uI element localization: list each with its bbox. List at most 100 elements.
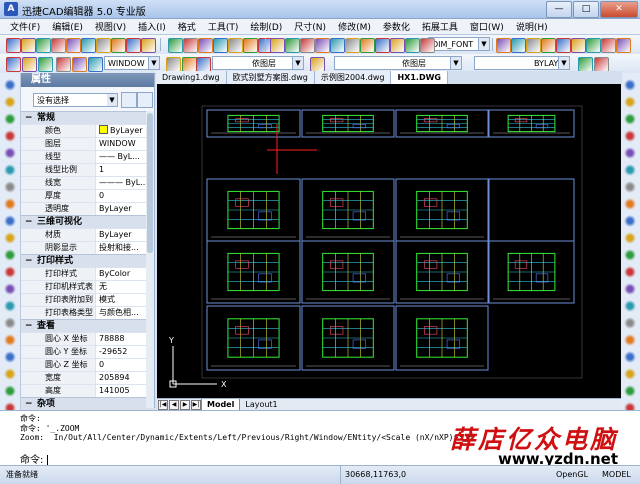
toolbar-tool-icon[interactable] [285, 38, 300, 53]
menu-item[interactable]: 文件(F) [4, 20, 46, 33]
toolbar-tool-icon[interactable] [390, 38, 405, 53]
toolbar-tool-icon[interactable] [21, 38, 36, 53]
tool-icon[interactable] [4, 232, 16, 244]
toolbar-tool-icon[interactable] [345, 38, 360, 53]
menu-item[interactable]: 插入(I) [132, 20, 172, 33]
document-tab[interactable]: HX1.DWG [391, 71, 448, 84]
dimstyle-select[interactable]: DIM_FONT ▼ [428, 37, 490, 51]
linetype-select[interactable]: 依图层 ▼ [334, 56, 462, 70]
tool-icon[interactable] [624, 232, 636, 244]
toolbar-tool-icon[interactable] [541, 38, 556, 53]
tab-layout1[interactable]: Layout1 [240, 399, 282, 410]
toolbar-tool-icon[interactable] [526, 38, 541, 53]
tool-icon[interactable] [4, 79, 16, 91]
property-row[interactable]: 打印表附加到 模式 [21, 293, 154, 306]
property-category[interactable]: 查看 [21, 319, 154, 332]
toolbar-tool-icon[interactable] [556, 38, 571, 53]
menu-item[interactable]: 修改(M) [332, 20, 377, 33]
tool-icon[interactable] [624, 113, 636, 125]
property-row[interactable]: 圆心 Y 坐标 -29652 [21, 345, 154, 358]
tool-icon[interactable] [624, 96, 636, 108]
tool-icon[interactable] [624, 334, 636, 346]
selection-select[interactable]: 没有选择 ▼ [33, 93, 118, 107]
toolbar-tool-icon[interactable] [22, 57, 37, 72]
document-tab[interactable]: 示例图2004.dwg [314, 71, 392, 84]
toolbar-tool-icon[interactable] [96, 38, 111, 53]
property-category[interactable]: 常规 [21, 111, 154, 124]
toolbar-tool-icon[interactable] [420, 38, 435, 53]
color-select[interactable]: 依图层 ▼ [212, 56, 304, 70]
toolbar-tool-icon[interactable] [213, 38, 228, 53]
tool-icon[interactable] [4, 266, 16, 278]
property-row[interactable]: 高度 141005 [21, 384, 154, 397]
next-tab-icon[interactable]: ▶ [180, 399, 190, 410]
tool-icon[interactable] [4, 164, 16, 176]
menu-item[interactable]: 参数化 [377, 20, 416, 33]
toolbar-tool-icon[interactable] [198, 38, 213, 53]
toolbar-tool-icon[interactable] [66, 38, 81, 53]
toolbar-tool-icon[interactable] [6, 57, 21, 72]
toolbar-tool-icon[interactable] [38, 57, 53, 72]
tool-icon[interactable] [624, 79, 636, 91]
tool-icon[interactable] [624, 164, 636, 176]
toolbar-tool-icon[interactable] [601, 38, 616, 53]
property-row[interactable]: 线宽 ——— ByL... [21, 176, 154, 189]
maximize-button[interactable]: □ [573, 1, 599, 18]
tool-icon[interactable] [4, 96, 16, 108]
toolbar-tool-icon[interactable] [310, 57, 325, 72]
tool-icon[interactable] [4, 385, 16, 397]
tool-icon[interactable] [624, 266, 636, 278]
tool-icon[interactable] [4, 334, 16, 346]
toolbar-tool-icon[interactable] [496, 38, 511, 53]
toolbar-tool-icon[interactable] [511, 38, 526, 53]
property-row[interactable]: 圆心 Z 坐标 0 [21, 358, 154, 371]
document-tab[interactable]: Drawing1.dwg [156, 71, 227, 84]
toolbar-tool-icon[interactable] [182, 57, 197, 72]
tool-icon[interactable] [4, 130, 16, 142]
last-tab-icon[interactable]: ▶| [191, 399, 201, 410]
toolbar-tool-icon[interactable] [360, 38, 375, 53]
tool-icon[interactable] [4, 215, 16, 227]
model-space-toggle[interactable]: MODEL [602, 466, 631, 484]
toolbar-tool-icon[interactable] [36, 38, 51, 53]
tool-icon[interactable] [624, 130, 636, 142]
document-tab[interactable]: 欧式别墅方案图.dwg [226, 71, 315, 84]
toolbar-tool-icon[interactable] [168, 38, 183, 53]
toolbar-tool-icon[interactable] [330, 38, 345, 53]
tool-icon[interactable] [4, 198, 16, 210]
toolbar-tool-icon[interactable] [375, 38, 390, 53]
toolbar-tool-icon[interactable] [183, 38, 198, 53]
property-row[interactable]: 打印表格类型 与颜色相... [21, 306, 154, 319]
toolbar-tool-icon[interactable] [270, 38, 285, 53]
first-tab-icon[interactable]: |◀ [158, 399, 168, 410]
close-button[interactable]: ✕ [600, 1, 638, 18]
tool-icon[interactable] [624, 198, 636, 210]
layer-select[interactable]: WINDOW ▼ [104, 56, 160, 70]
property-row[interactable]: 打印机样式表无 [21, 280, 154, 293]
tool-icon[interactable] [624, 181, 636, 193]
toolbar-tool-icon[interactable] [111, 38, 126, 53]
tool-icon[interactable] [624, 249, 636, 261]
tool-icon[interactable] [4, 283, 16, 295]
property-row[interactable]: 材质 ByLayer [21, 228, 154, 241]
property-category[interactable]: 三维可视化 [21, 215, 154, 228]
property-category[interactable]: 打印样式 [21, 254, 154, 267]
property-category[interactable]: 杂项 [21, 397, 154, 410]
toolbar-tool-icon[interactable] [586, 38, 601, 53]
menu-item[interactable]: 格式 [172, 20, 202, 33]
minimize-button[interactable]: — [546, 1, 572, 18]
tool-icon[interactable] [4, 147, 16, 159]
tool-icon[interactable] [4, 181, 16, 193]
drawing-canvas[interactable]: YX [157, 84, 621, 398]
toolbar-tool-icon[interactable] [56, 57, 71, 72]
tool-icon[interactable] [4, 317, 16, 329]
tool-icon[interactable] [4, 113, 16, 125]
toolbar-tool-icon[interactable] [315, 38, 330, 53]
toolbar-tool-icon[interactable] [88, 57, 103, 72]
property-row[interactable]: 透明度 ByLayer [21, 202, 154, 215]
prev-tab-icon[interactable]: ◀ [169, 399, 179, 410]
menu-item[interactable]: 说明(H) [510, 20, 554, 33]
menu-item[interactable]: 窗口(W) [464, 20, 510, 33]
menu-item[interactable]: 绘制(D) [244, 20, 288, 33]
property-row[interactable]: 颜色 ByLayer [21, 124, 154, 137]
